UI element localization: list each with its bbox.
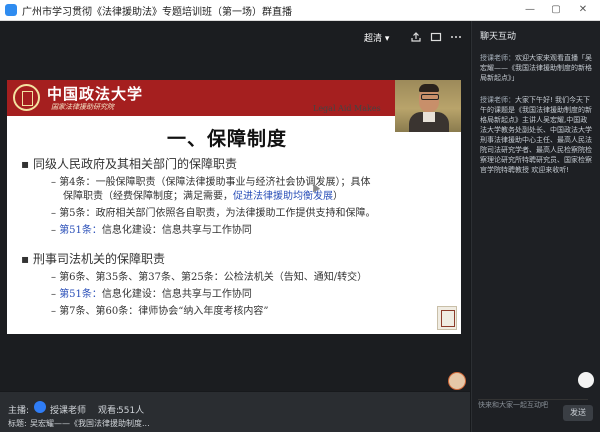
chat-sender: 授课老师： bbox=[480, 54, 515, 62]
item-prefix: 第6条、第35条、第37条、第25条： bbox=[59, 272, 224, 283]
speaker-glasses bbox=[421, 94, 439, 100]
topic-label: 标题: bbox=[8, 419, 27, 428]
list-item: – 第6条、第35条、第37条、第25条：公检法机关（告知、通知/转交） bbox=[51, 272, 368, 283]
app-icon bbox=[5, 4, 17, 16]
host-name: 授课老师 bbox=[50, 406, 87, 416]
item-text: 公检法机关（告知、通知/转交） bbox=[223, 272, 368, 283]
popout-icon[interactable] bbox=[428, 31, 444, 45]
section-bullet: ▪ 同级人民政府及其相关部门的保障职责 bbox=[21, 155, 461, 172]
maximize-button[interactable]: ▢ bbox=[546, 1, 566, 19]
list-item: – 第4条：一般保障职责（保障法律援助事业与经济社会协调发展）；具体 bbox=[51, 177, 371, 188]
speaker-hair bbox=[419, 84, 439, 92]
more-icon[interactable] bbox=[448, 31, 464, 45]
chat-message: 授课老师：大家下午好! 我们今天下午的课题是《我国法律援助制度的新格局新起点》主… bbox=[480, 95, 592, 175]
list-item: – 第5条：政府相关部门依照各自职责，为法律援助工作提供支持和保障。 bbox=[51, 208, 376, 219]
close-button[interactable]: ✕ bbox=[573, 1, 593, 19]
window-title: 广州市学习贯彻《法律援助法》专题培训班（第一场）群直播 bbox=[22, 7, 292, 18]
seal-stamp bbox=[437, 306, 457, 330]
chat-title: 聊天互动 bbox=[480, 32, 517, 42]
item-suffix: ） bbox=[333, 191, 343, 202]
university-name: 中国政法大学 bbox=[47, 85, 144, 103]
viewers-label: 观看: bbox=[98, 406, 120, 416]
section-title: 刑事司法机关的保障职责 bbox=[32, 252, 165, 266]
legal-aid-text: Legal Aid Makes bbox=[313, 104, 381, 113]
presentation-slide: 中国政法大学 国家法律援助研究院 Legal Aid Makes 一、保障制度 … bbox=[7, 80, 461, 334]
item-prefix: 第5条： bbox=[59, 208, 96, 219]
list-item: – 第51条：信息化建设：信息共享与工作协同 bbox=[51, 289, 252, 300]
section-bullet: ▪ 刑事司法机关的保障职责 bbox=[21, 250, 461, 267]
viewer-avatar[interactable] bbox=[448, 372, 466, 390]
host-avatar-icon bbox=[34, 401, 46, 413]
university-logo bbox=[13, 84, 40, 111]
list-item: 保障职责（经费保障制度；满足需要，促进法律援助均衡发展） bbox=[63, 187, 461, 202]
share-icon[interactable] bbox=[408, 31, 424, 45]
list-item: – 第7条、第60条：律师协会“纳入年度考核内容” bbox=[51, 306, 269, 317]
item-prefix: 第51条： bbox=[59, 225, 102, 236]
item-text: 信息化建设：信息共享与工作协同 bbox=[101, 225, 252, 236]
bullet-icon: ▪ bbox=[21, 157, 33, 171]
bullet-icon: ▪ bbox=[21, 252, 33, 266]
speaker-webcam bbox=[395, 80, 461, 132]
chat-sender: 授课老师： bbox=[480, 96, 515, 104]
chat-text: 大家下午好! 我们今天下午的课题是《我国法律援助制度的新格局新起点》主讲人吴宏耀… bbox=[480, 96, 592, 174]
item-highlight: 促进法律援助均衡发展 bbox=[233, 191, 333, 202]
item-prefix: 第7条、第60条： bbox=[59, 306, 139, 317]
section-title: 同级人民政府及其相关部门的保障职责 bbox=[32, 157, 237, 171]
host-label: 主播: bbox=[8, 406, 30, 416]
slide-heading: 一、保障制度 bbox=[167, 128, 288, 150]
minimize-button[interactable]: — bbox=[520, 1, 540, 19]
viewers-count: 551人 bbox=[118, 406, 145, 416]
title-bar: 广州市学习贯彻《法律援助法》专题培训班（第一场）群直播 — ▢ ✕ bbox=[0, 0, 600, 21]
item-text: 政府相关部门依照各自职责，为法律援助工作提供支持和保障。 bbox=[95, 208, 376, 219]
item-text: 律师协会“纳入年度考核内容” bbox=[138, 306, 269, 317]
raise-hand-icon[interactable] bbox=[578, 372, 594, 388]
speaker-collar bbox=[423, 112, 435, 122]
item-prefix: 第51条： bbox=[59, 289, 102, 300]
chat-message: 授课老师：欢迎大家来观看直播「吴宏耀——《我国法律援助制度的新格局新起点》」 bbox=[480, 53, 592, 83]
topic-text: 吴宏耀——《我国法律援助制度... bbox=[30, 419, 150, 428]
clarity-selector[interactable]: 超清 ▾ bbox=[364, 31, 408, 45]
chat-input-placeholder[interactable]: 快来和大家一起互动吧 bbox=[478, 400, 548, 410]
item-text: 信息化建设：信息共享与工作协同 bbox=[101, 289, 252, 300]
list-item: – 第51条：信息化建设：信息共享与工作协同 bbox=[51, 225, 252, 236]
item-text: 保障职责（经费保障制度；满足需要， bbox=[63, 191, 233, 202]
send-button[interactable]: 发送 bbox=[563, 405, 593, 421]
institute-name: 国家法律援助研究院 bbox=[51, 103, 114, 111]
